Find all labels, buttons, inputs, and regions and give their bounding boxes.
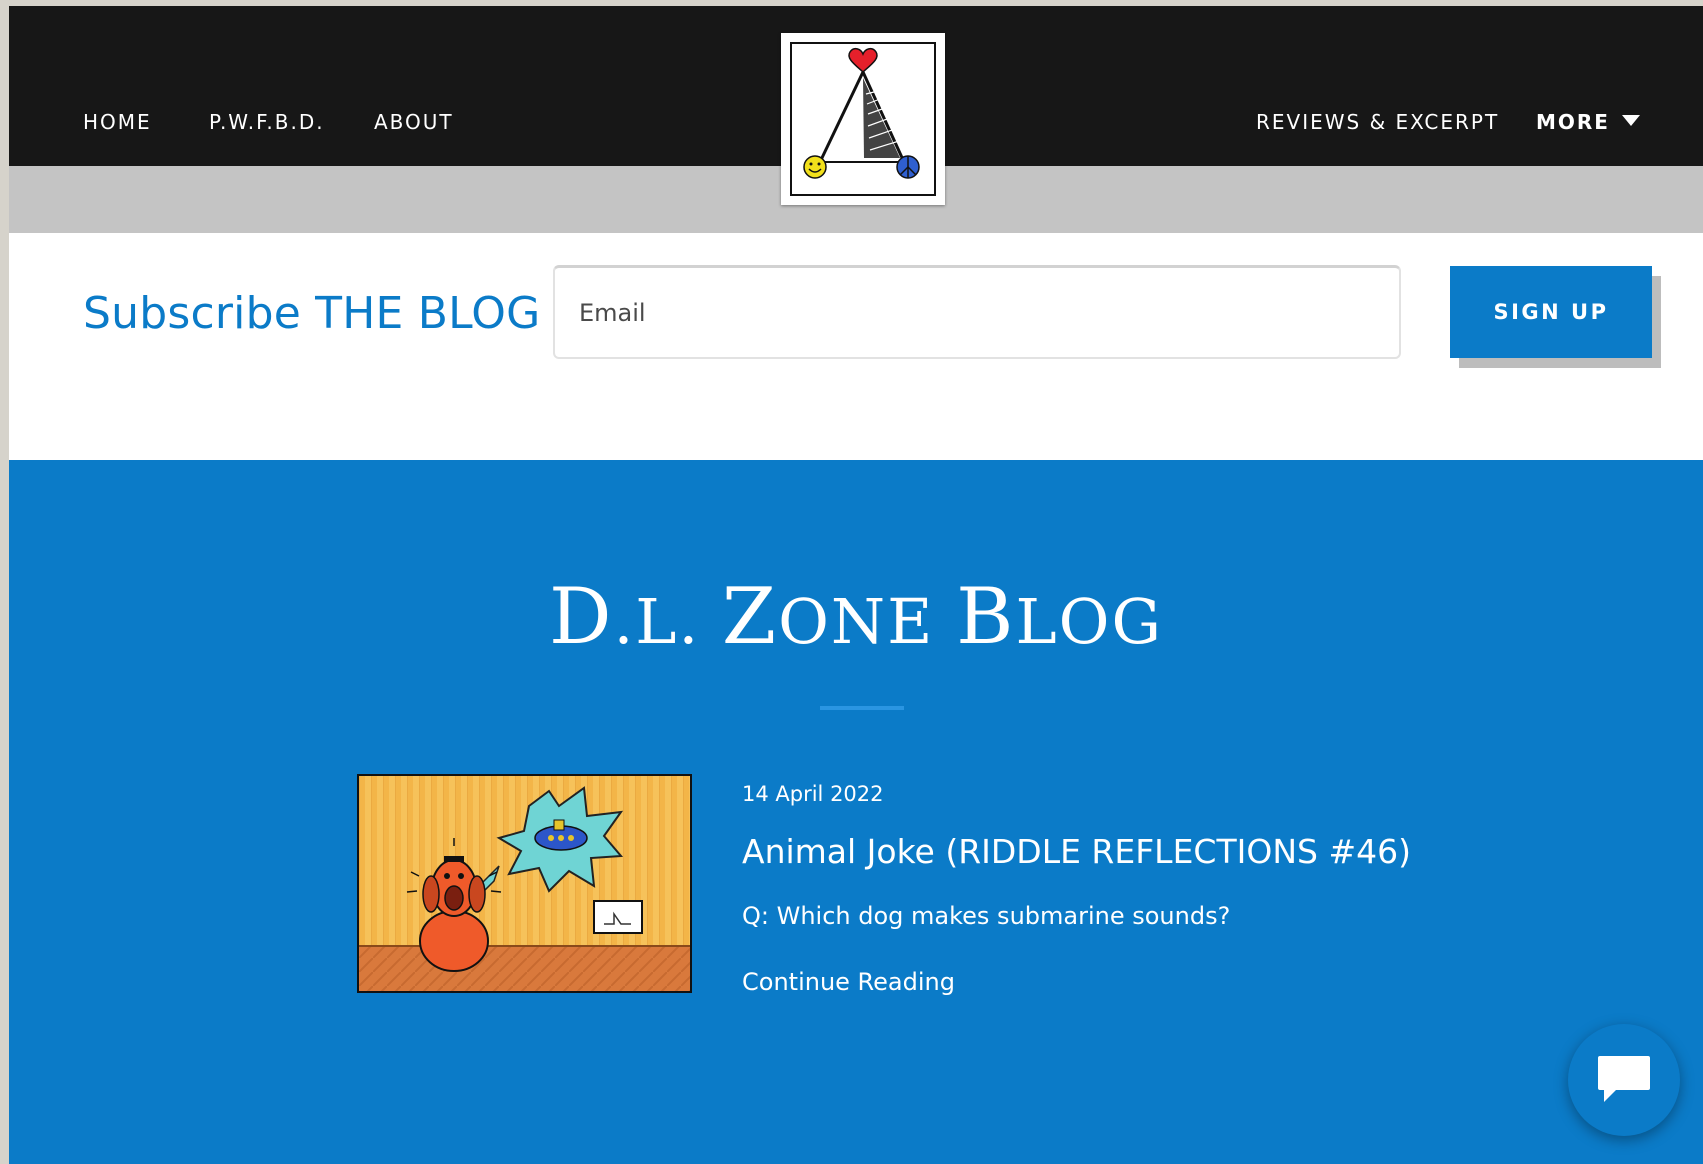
post-date: 14 April 2022 [742, 782, 884, 806]
subscribe-heading: Subscribe THE BLOG [83, 288, 541, 339]
post-thumbnail[interactable] [357, 774, 692, 993]
chat-button[interactable] [1568, 1024, 1680, 1136]
nav-more-label: MORE [1536, 110, 1610, 134]
nav-pwfbd[interactable]: P.W.F.B.D. [209, 110, 325, 134]
continue-reading-link[interactable]: Continue Reading [742, 968, 955, 996]
nav-more[interactable]: MORE [1536, 110, 1640, 134]
signup-button[interactable]: SIGN UP [1450, 266, 1652, 358]
triangle-heart-smiley-peace-logo [803, 47, 920, 179]
nav-reviews-excerpt[interactable]: REVIEWS & EXCERPT [1256, 110, 1499, 134]
site-logo[interactable] [781, 33, 945, 205]
blog-title: D.L. ZONE BLOG [9, 572, 1703, 662]
nav-home[interactable]: HOME [83, 110, 152, 134]
blog-title-part: LOG [1015, 585, 1163, 658]
blog-title-part: Z [721, 572, 779, 662]
blog-title-part: B [956, 572, 1016, 662]
nav-about[interactable]: ABOUT [374, 110, 454, 134]
email-input[interactable] [553, 265, 1401, 359]
blog-title-part: D [549, 572, 614, 662]
blog-title-part: ONE [778, 585, 957, 658]
dog-submarine-cartoon [359, 776, 690, 991]
chat-bubble-icon [1598, 1056, 1650, 1102]
post-title[interactable]: Animal Joke (RIDDLE REFLECTIONS #46) [742, 832, 1411, 871]
post-excerpt: Q: Which dog makes submarine sounds? [742, 902, 1231, 930]
blog-section: D.L. ZONE BLOG 14 April 2022 Animal Joke… [9, 460, 1703, 1164]
blog-title-part: .L. [613, 585, 722, 658]
page: HOME P.W.F.B.D. ABOUT REVIEWS & EXCERPT … [9, 6, 1703, 1164]
caret-down-icon [1621, 115, 1640, 126]
title-divider [820, 706, 904, 710]
